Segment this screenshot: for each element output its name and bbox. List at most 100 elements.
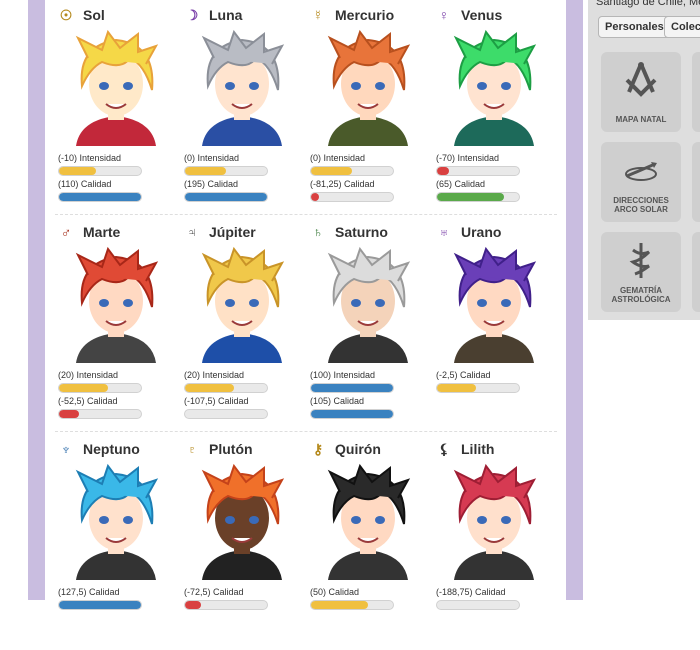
character-portrait [327,29,411,146]
stat: (-2,5) Calidad [436,370,546,393]
row-divider [55,431,557,432]
left-border [28,0,45,600]
stat-bar [310,383,394,393]
stat-label: (-188,75) Calidad [436,587,506,597]
moon-icon: ☽ [185,7,199,23]
stat-bar-fill [437,193,505,201]
planet-card: ⚸ Lilith (-188,75) Calidad [423,434,549,650]
stat-label: (195) Calidad [184,179,239,189]
planet-card: ♃ Júpiter (20) Intensidad (-107,5) Calidad [171,217,297,433]
planet-name: Lilith [461,441,495,457]
planet-card: ♄ Saturno (100) Intensidad (105) Calidad [297,217,423,433]
planet-name: Luna [209,7,243,23]
stat-bar [310,166,394,176]
stat-label: (-70) Intensidad [436,153,500,163]
tools-sidebar: Santiago de Chile, Me Personales Colect … [588,0,700,320]
character-portrait [75,246,159,363]
stat: (0) Intensidad [310,153,420,176]
planets-panel: ☉ Sol (-10) Intensidad (110) Calidad ☽ Luna (0… [45,0,566,610]
planet-card: ♆ Neptuno (127,5) Calidad [45,434,171,650]
stat-bar-fill [185,601,202,609]
stat-label: (0) Intensidad [310,153,366,163]
planet-name: Quirón [335,441,381,457]
stat-bar-fill [311,193,320,201]
planet-name: Urano [461,224,502,240]
stat-bar-fill [311,384,393,392]
mercury-icon: ☿ [312,7,324,23]
planet-name: Venus [461,7,503,23]
stat-bar-fill [311,167,352,175]
stat: (0) Intensidad [184,153,294,176]
stat-label: (110) Calidad [58,179,112,189]
character-portrait [453,463,537,580]
stat: (65) Calidad [436,179,546,202]
character-portrait [201,246,285,363]
tile-label-line-2: ASTROLÓGICA [611,295,671,304]
stat-label: (-2,5) Calidad [436,370,491,380]
stat-label: (-107,5) Calidad [184,396,249,406]
stat: (110) Calidad [58,179,168,202]
tile-partial[interactable] [692,142,700,222]
tile-partial[interactable] [692,232,700,312]
character-portrait [327,463,411,580]
stat-bar-fill [185,384,235,392]
stat-label: (-72,5) Calidad [184,587,244,597]
character-portrait [453,29,537,146]
tile-label: MAPA NATAL [615,115,667,124]
stat-bar [184,166,268,176]
stat-label: (-10) Intensidad [58,153,122,163]
stat-bar [310,192,394,202]
stat: (-52,5) Calidad [58,396,168,419]
chiron-icon: ⚷ [312,441,324,457]
stat-bar [58,166,142,176]
tile-partial[interactable] [692,52,700,132]
stat-bar [184,192,268,202]
stat-label: (100) Intensidad [310,370,376,380]
stat: (100) Intensidad [310,370,420,393]
planet-card: ♇ Plutón (-72,5) Calidad [171,434,297,650]
stat-bar-fill [59,167,96,175]
stat-bar [58,192,142,202]
planet-name: Mercurio [335,7,395,23]
stat: (-10) Intensidad [58,153,168,176]
stat-bar [184,409,268,419]
tile-label-line-2: ARCO SOLAR [614,205,668,214]
tile-direcciones-arco-solar[interactable]: DIRECCIONES ARCO SOLAR [601,142,681,222]
arrow-arc-icon [625,162,657,181]
stat: (-70) Intensidad [436,153,546,176]
stat-label: (-81,25) Calidad [310,179,375,189]
planet-card: ☿ Mercurio (0) Intensidad (-81,25) Calidad [297,0,423,216]
stat-label: (127,5) Calidad [58,587,120,597]
stat-bar [184,383,268,393]
location-text: Santiago de Chile, Me [596,0,700,8]
stat: (105) Calidad [310,396,420,419]
planet-name: Plutón [209,441,253,457]
lilith-icon: ⚸ [438,441,450,457]
stat-bar-fill [59,410,79,418]
stat-label: (-52,5) Calidad [58,396,118,406]
tab-personales[interactable]: Personales [598,16,671,38]
stat-bar-fill [59,601,141,609]
stat: (20) Intensidad [58,370,168,393]
stat-label: (0) Intensidad [184,153,240,163]
tile-mapa-natal[interactable]: MAPA NATAL [601,52,681,132]
stat-bar [310,600,394,610]
stat-bar [310,409,394,419]
mars-icon: ♂ [60,224,72,240]
tile-gematria-astrologica[interactable]: GEMATRÍA ASTROLÓGICA [601,232,681,312]
saturn-icon: ♄ [312,224,324,240]
tab-colectivos[interactable]: Colect [664,16,700,38]
stat: (127,5) Calidad [58,587,168,610]
stat-bar-fill [59,384,109,392]
character-portrait [453,246,537,363]
planet-card: ⚷ Quirón (50) Calidad [297,434,423,650]
planet-card: ♀ Venus (-70) Intensidad (65) Calidad [423,0,549,216]
stat: (50) Calidad [310,587,420,610]
caduceus-icon [629,243,651,278]
stat-bar-fill [311,410,393,418]
stat-bar [436,192,520,202]
stat-bar [184,600,268,610]
stat-bar-fill [437,384,477,392]
planet-card: ♅ Urano (-2,5) Calidad [423,217,549,433]
stat-bar [58,600,142,610]
